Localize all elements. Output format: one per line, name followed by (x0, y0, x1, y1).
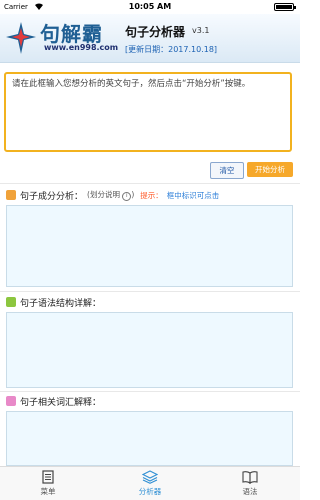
layers-icon (142, 470, 158, 484)
clear-button[interactable]: 清空 (210, 162, 244, 179)
app-title: 句子分析器 (125, 25, 186, 39)
component-section-icon (6, 190, 16, 200)
division-note-end: ) (131, 190, 135, 200)
structure-header: 句子语法结构详解： (6, 295, 101, 309)
structure-result (6, 312, 293, 388)
vocab-result (6, 411, 293, 466)
app-header-banner: 句解霸 www.en998.com 句子分析器 v3.1 [更新日期：2017.… (0, 14, 300, 63)
structure-section-title: 句子语法结构详解： (20, 298, 102, 309)
logo-url: www.en998.com (44, 43, 119, 52)
app-version: v3.1 (192, 26, 210, 35)
info-icon: i (122, 191, 132, 201)
component-analysis-header: 句子成分分析： (划分说明 i) 提示： 框中标识可点击 (6, 188, 219, 202)
component-section-title: 句子成分分析： (20, 191, 84, 202)
tab-grammar[interactable]: 语法 (220, 470, 280, 497)
menu-icon (42, 470, 54, 484)
battery-icon (274, 3, 296, 11)
vocab-section-title: 句子相关词汇解释： (20, 397, 102, 408)
start-analysis-button[interactable]: 开始分析 (247, 162, 293, 177)
update-date: [更新日期：2017.10.18] (125, 45, 218, 54)
division-note-text: (划分说明 (87, 190, 120, 200)
tip-message: 框中标识可点击 (166, 190, 220, 200)
sentence-input[interactable]: 请在此框输入您想分析的英文句子，然后点击“开始分析”按键。 (4, 72, 292, 152)
book-icon (242, 471, 258, 484)
sentence-input-placeholder: 请在此框输入您想分析的英文句子，然后点击“开始分析”按键。 (12, 79, 251, 89)
component-analysis-result (6, 205, 293, 287)
divider (0, 391, 300, 392)
tip-label: 提示： (140, 190, 163, 200)
tab-grammar-label: 语法 (242, 487, 258, 496)
tab-menu-label: 菜单 (40, 487, 56, 496)
logo-star-icon (6, 22, 36, 54)
tab-analyzer[interactable]: 分析器 (120, 470, 180, 497)
bottom-tab-bar: 菜单 分析器 语法 (0, 466, 300, 500)
tab-analyzer-label: 分析器 (138, 487, 162, 496)
status-bar: Carrier 10:05 AM (0, 0, 300, 14)
tab-menu[interactable]: 菜单 (18, 470, 78, 497)
vocab-header: 句子相关词汇解释： (6, 394, 101, 408)
division-note-link[interactable]: (划分说明 i) (87, 189, 134, 201)
divider (0, 291, 300, 292)
status-time: 10:05 AM (128, 2, 172, 11)
divider (0, 183, 300, 184)
structure-section-icon (6, 297, 16, 307)
vocab-section-icon (6, 396, 16, 406)
